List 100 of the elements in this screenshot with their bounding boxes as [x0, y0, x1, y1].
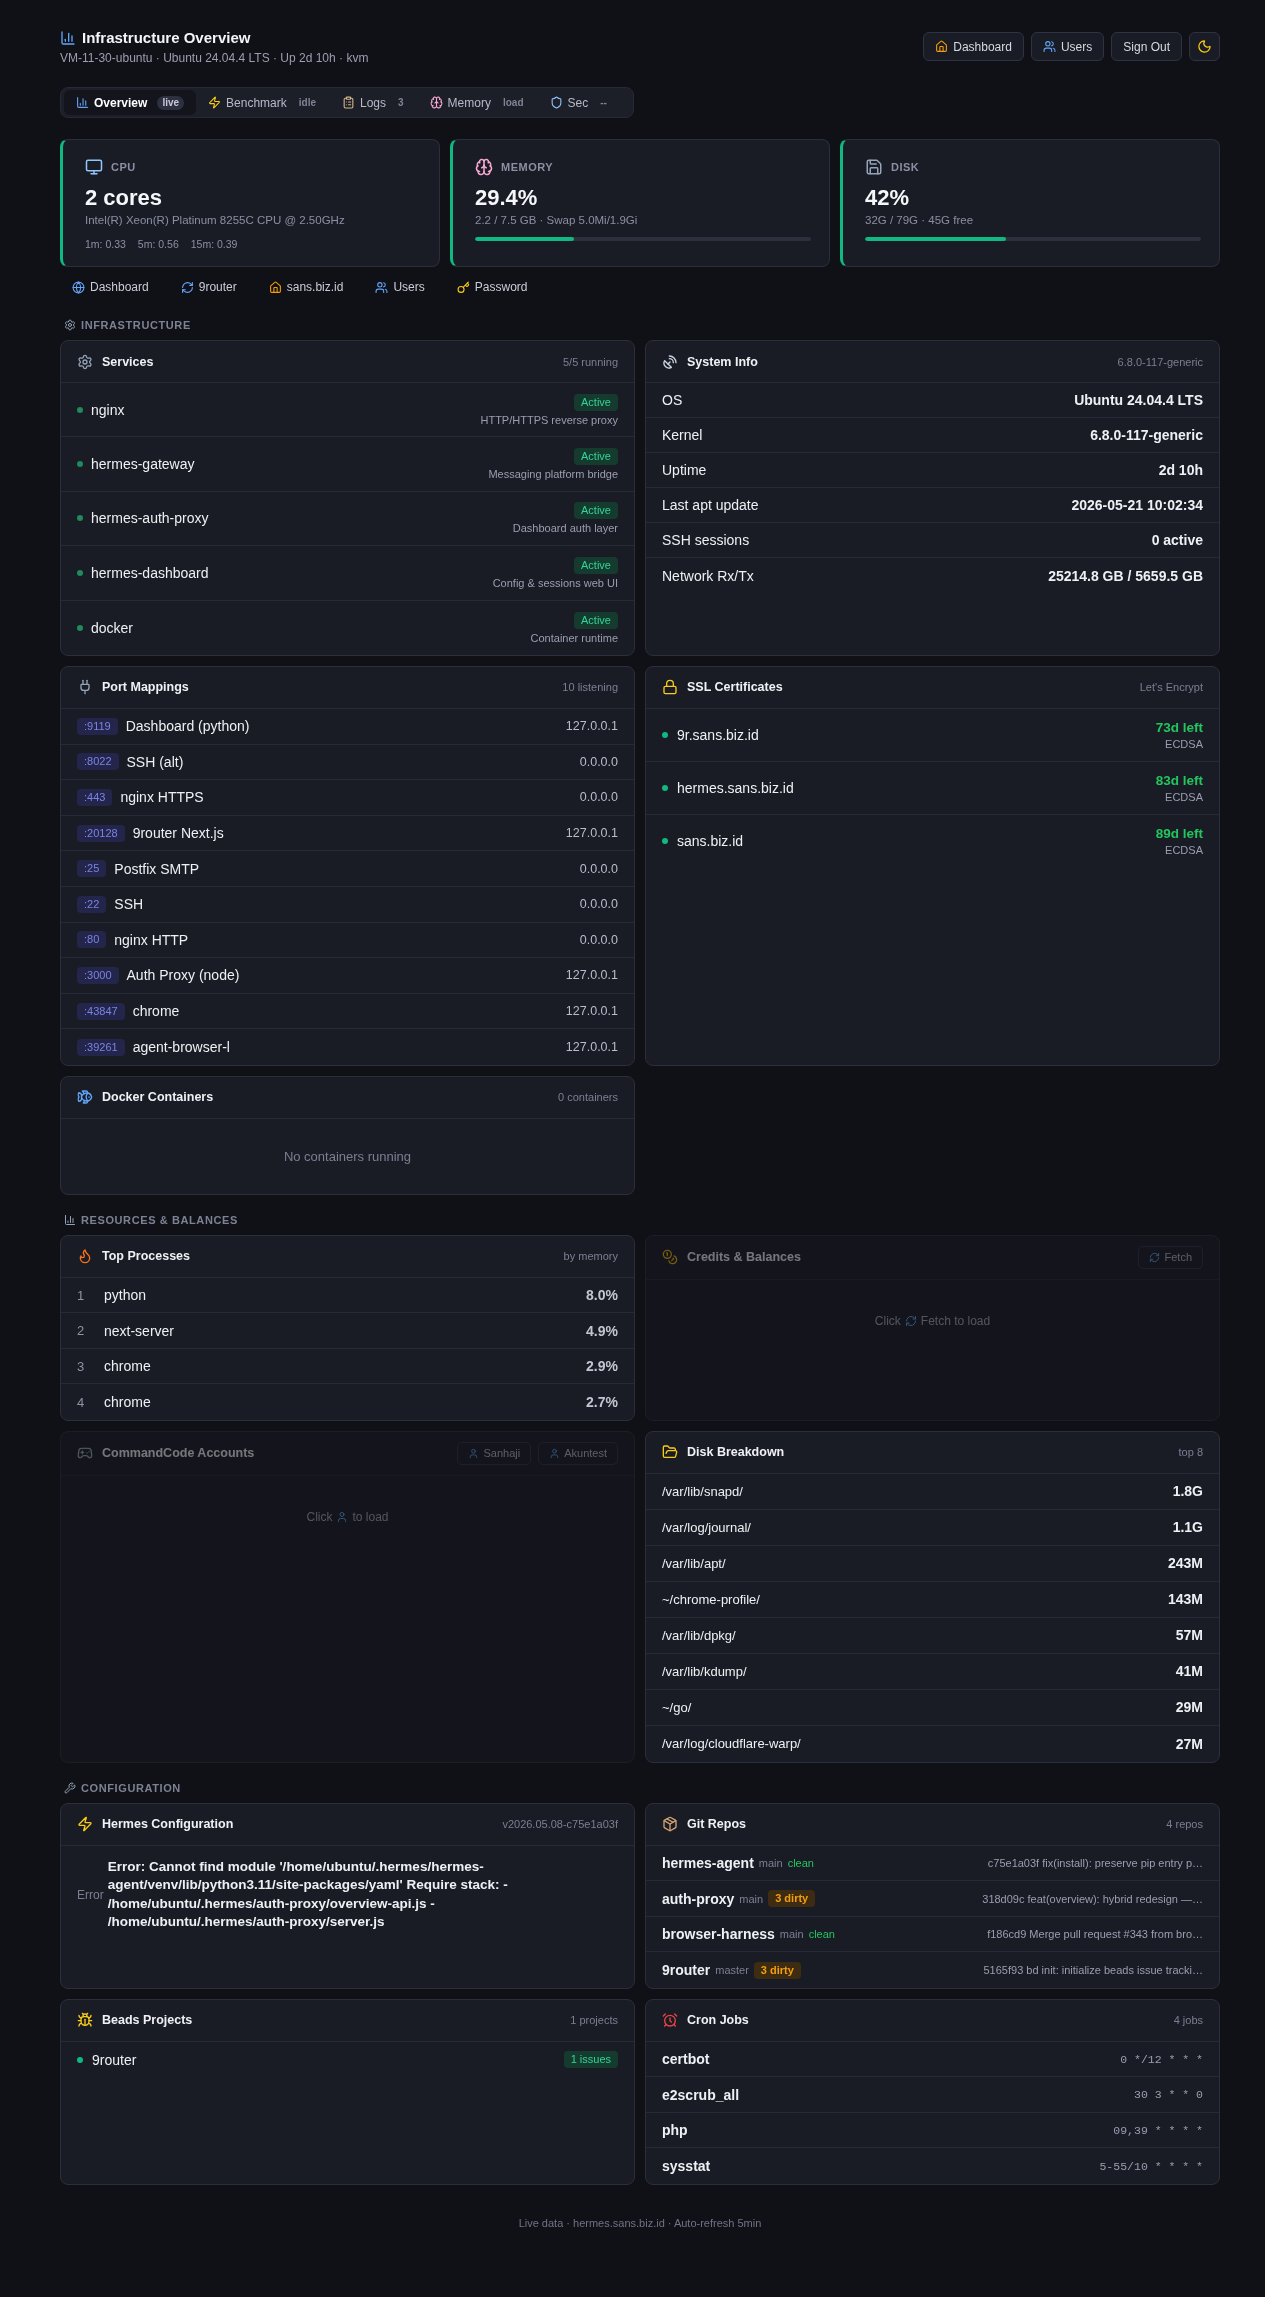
days-left: 73d left: [1155, 719, 1203, 735]
branch-name: master: [715, 1964, 749, 1977]
disk-path: /var/log/cloudflare-warp/: [662, 1736, 801, 1752]
port-name: SSH (alt): [126, 753, 184, 770]
card-title: Top Processes: [102, 1249, 190, 1264]
bar-chart-icon: [60, 30, 76, 46]
card-meta: 0 containers: [558, 1091, 618, 1104]
tab[interactable]: Benchmark idle: [196, 90, 330, 115]
nav-button[interactable]: Users: [1030, 32, 1105, 61]
sign-out-button[interactable]: Sign Out: [1111, 32, 1182, 61]
quick-link[interactable]: Users: [363, 277, 437, 297]
footer-text: Live data · hermes.sans.biz.id · Auto-refresh 5min: [518, 2216, 762, 2229]
process-rank: 2: [77, 1323, 86, 1339]
error-label: Error: [77, 1887, 104, 1902]
repo-name: hermes-agent: [662, 1855, 754, 1872]
key-type: ECDSA: [1165, 737, 1203, 750]
nav-button[interactable]: Dashboard: [923, 32, 1024, 61]
card-meta: v2026.05.08-c75e1a03f: [502, 1818, 618, 1831]
quick-link[interactable]: sans.biz.id: [256, 277, 356, 297]
process-rank: 4: [77, 1394, 86, 1410]
bind-address: 0.0.0.0: [579, 790, 618, 805]
hint-text: Click: [306, 1509, 333, 1524]
tab-status: 3: [397, 95, 405, 110]
port-badge: :3000: [77, 966, 119, 984]
house-icon: [268, 280, 282, 294]
issue-badge: 1 issues: [563, 2051, 618, 2069]
status-badge: 3 dirty: [768, 1890, 816, 1908]
bind-address: 0.0.0.0: [579, 861, 618, 876]
port-name: chrome: [132, 1003, 180, 1019]
shield-icon: [549, 96, 563, 109]
tab[interactable]: Logs 3: [330, 90, 418, 115]
lightning-icon: [77, 1816, 93, 1833]
section-title: RESOURCES & BALANCES: [81, 1213, 238, 1226]
disk-size: 1.1G: [1172, 1519, 1203, 1536]
process-name: chrome: [104, 1394, 151, 1411]
load-average: 1m: 0.33: [85, 237, 126, 251]
bind-address: 127.0.0.1: [565, 1040, 618, 1055]
house-icon: [935, 40, 949, 53]
disk-size: 27M: [1175, 1735, 1203, 1752]
lock-icon: [662, 679, 678, 696]
info-label: SSH sessions: [662, 532, 750, 548]
monitor-icon: [85, 158, 103, 176]
hint-text: Fetch to load: [920, 1313, 991, 1328]
service-name: hermes-dashboard: [91, 564, 209, 581]
quick-link[interactable]: Password: [444, 277, 540, 297]
repo-name: browser-harness: [662, 1926, 775, 1943]
coins-icon: [662, 1249, 678, 1266]
brain-icon: [475, 158, 493, 176]
service-description: HTTP/HTTPS reverse proxy: [480, 413, 618, 426]
card-title: CommandCode Accounts: [102, 1446, 255, 1461]
stat-detail: 2.2 / 7.5 GB · Swap 5.0Mi/1.9Gi: [475, 213, 639, 228]
hint-text: to load: [352, 1509, 389, 1524]
info-label: Kernel: [662, 427, 703, 443]
refresh-icon: [1149, 1251, 1161, 1263]
project-name: 9router: [92, 2051, 137, 2068]
disk-size: 41M: [1175, 1663, 1203, 1680]
moon-icon: [1197, 39, 1212, 54]
bar-chart-icon: [76, 96, 89, 109]
tab-status: load: [501, 95, 525, 110]
disk-path: ~/go/: [662, 1699, 692, 1715]
days-left: 89d left: [1155, 826, 1203, 842]
key-type: ECDSA: [1165, 844, 1203, 857]
commit-message: 5165f93 bd init: initialize beads issue tracki…: [983, 1964, 1203, 1977]
card-title: SSL Certificates: [687, 680, 783, 695]
quick-link[interactable]: Dashboard: [60, 277, 161, 297]
tab[interactable]: Overview live: [64, 90, 197, 115]
globe-icon: [72, 280, 85, 294]
card-meta: Let's Encrypt: [1139, 681, 1203, 694]
tab[interactable]: Sec --: [537, 90, 621, 115]
port-badge: :9119: [77, 717, 118, 735]
stat-label: CPU: [111, 161, 136, 173]
info-label: Last apt update: [662, 497, 759, 513]
tab[interactable]: Memory load: [417, 90, 538, 115]
card-title: Services: [102, 354, 154, 369]
card-title: Docker Containers: [102, 1090, 214, 1105]
gear-icon: [64, 319, 76, 331]
disk-size: 29M: [1175, 1699, 1203, 1716]
service-name: hermes-gateway: [91, 456, 195, 473]
stat-label: MEMORY: [501, 161, 554, 173]
port-badge: :80: [77, 931, 107, 949]
port-badge: :20128: [77, 824, 125, 842]
domain-name: 9r.sans.biz.id: [677, 726, 759, 743]
tab-status: live: [157, 95, 185, 110]
bind-address: 0.0.0.0: [579, 754, 618, 769]
card-title: System Info: [687, 354, 758, 369]
plug-icon: [77, 679, 93, 696]
quick-link[interactable]: 9router: [168, 277, 249, 297]
port-badge: :22: [77, 895, 107, 913]
disk-path: /var/lib/dpkg/: [662, 1627, 736, 1643]
card-title: Port Mappings: [102, 680, 189, 695]
card-title: Credits & Balances: [687, 1250, 801, 1265]
service-description: Dashboard auth layer: [512, 522, 618, 535]
bind-address: 0.0.0.0: [579, 932, 618, 947]
info-value: 6.8.0-117-generic: [1090, 427, 1203, 443]
domain-name: sans.biz.id: [677, 833, 744, 850]
process-name: python: [104, 1287, 147, 1304]
theme-toggle-button[interactable]: [1189, 32, 1220, 61]
port-name: nginx HTTP: [114, 931, 189, 948]
commit-message: 318d09c feat(overview): hybrid redesign —…: [982, 1892, 1203, 1905]
satellite-dish-icon: [662, 353, 678, 370]
